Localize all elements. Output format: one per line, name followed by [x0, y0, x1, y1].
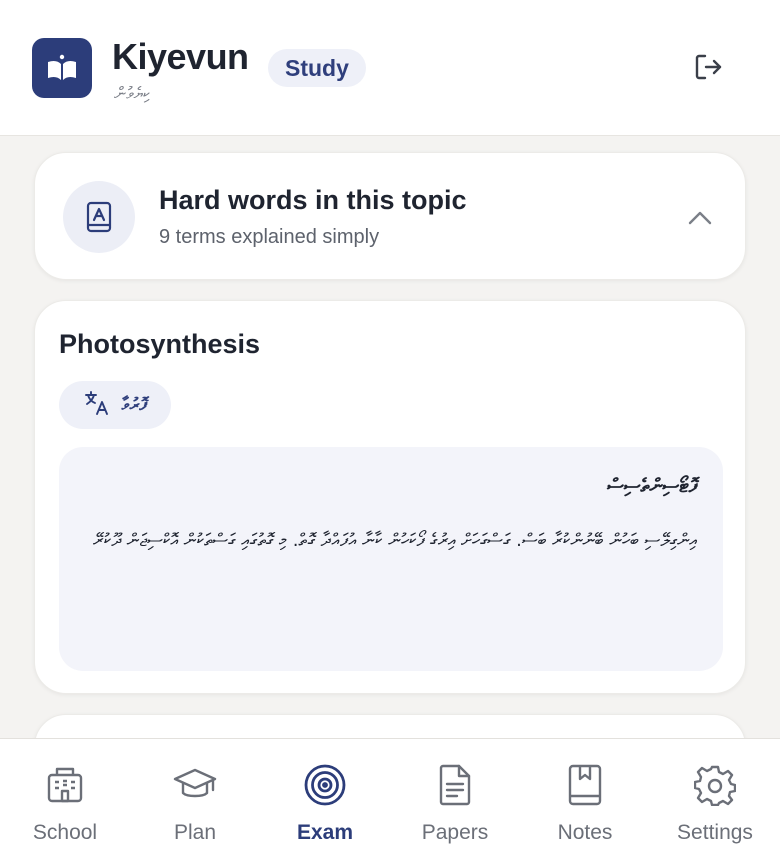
app-subtitle: ކިޔެވުން: [114, 84, 150, 103]
hard-words-title: Hard words in this topic: [159, 185, 467, 215]
term-card: Photosynthesis ފޮރުވާ ފޮޓޯސިންތެސިސް އިނ…: [34, 300, 746, 694]
open-book-icon: [32, 38, 92, 98]
nav-label-notes: Notes: [557, 821, 613, 844]
hard-words-card[interactable]: Hard words in this topic 9 terms explain…: [34, 152, 746, 280]
nav-item-school[interactable]: School: [0, 739, 130, 860]
logout-button[interactable]: [686, 49, 730, 89]
app-header: Kiyevun ކިޔެވުން Study: [0, 0, 780, 136]
nav-label-settings: Settings: [677, 821, 753, 844]
app-name: Kiyevun: [112, 36, 249, 77]
nav-item-exam[interactable]: Exam: [260, 739, 390, 860]
nav-label-papers: Papers: [421, 821, 489, 844]
explanation-text: އިންގިލޭސި ބަހުން ބޭނުންކުރާ ބަސް. ގަސްގ…: [93, 530, 697, 551]
translate-label: ފޮރުވާ: [121, 395, 147, 415]
nav-label-exam: Exam: [296, 821, 354, 844]
logout-icon: [693, 52, 723, 87]
nav-label-plan: Plan: [173, 821, 217, 844]
nav-label-school: School: [32, 821, 98, 844]
target-icon: [303, 763, 347, 807]
nav-item-notes[interactable]: Notes: [520, 739, 650, 860]
hard-words-subtitle: 9 terms explained simply: [159, 226, 380, 248]
translate-button[interactable]: ފޮރުވާ: [59, 381, 171, 429]
translate-icon: [84, 390, 110, 421]
gear-icon: [693, 763, 737, 807]
explanation-box: ފޮޓޯސިންތެސިސް އިންގިލޭސި ބަހުން ބޭނުންކ…: [59, 447, 723, 671]
nav-item-papers[interactable]: Papers: [390, 739, 520, 860]
graduation-cap-icon: [173, 763, 217, 807]
term-title: Photosynthesis: [59, 329, 261, 359]
nav-item-settings[interactable]: Settings: [650, 739, 780, 860]
mode-badge[interactable]: Study: [268, 49, 366, 87]
bottom-navigation: School Plan Exam Papers Notes Settings: [0, 738, 780, 860]
nav-item-plan[interactable]: Plan: [130, 739, 260, 860]
explanation-heading: ފޮޓޯސިންތެސިސް: [607, 475, 697, 497]
school-building-icon: [43, 763, 87, 807]
chevron-up-icon[interactable]: [685, 203, 715, 233]
notebook-icon: [563, 763, 607, 807]
document-icon: [433, 763, 477, 807]
dictionary-icon: [63, 181, 135, 253]
